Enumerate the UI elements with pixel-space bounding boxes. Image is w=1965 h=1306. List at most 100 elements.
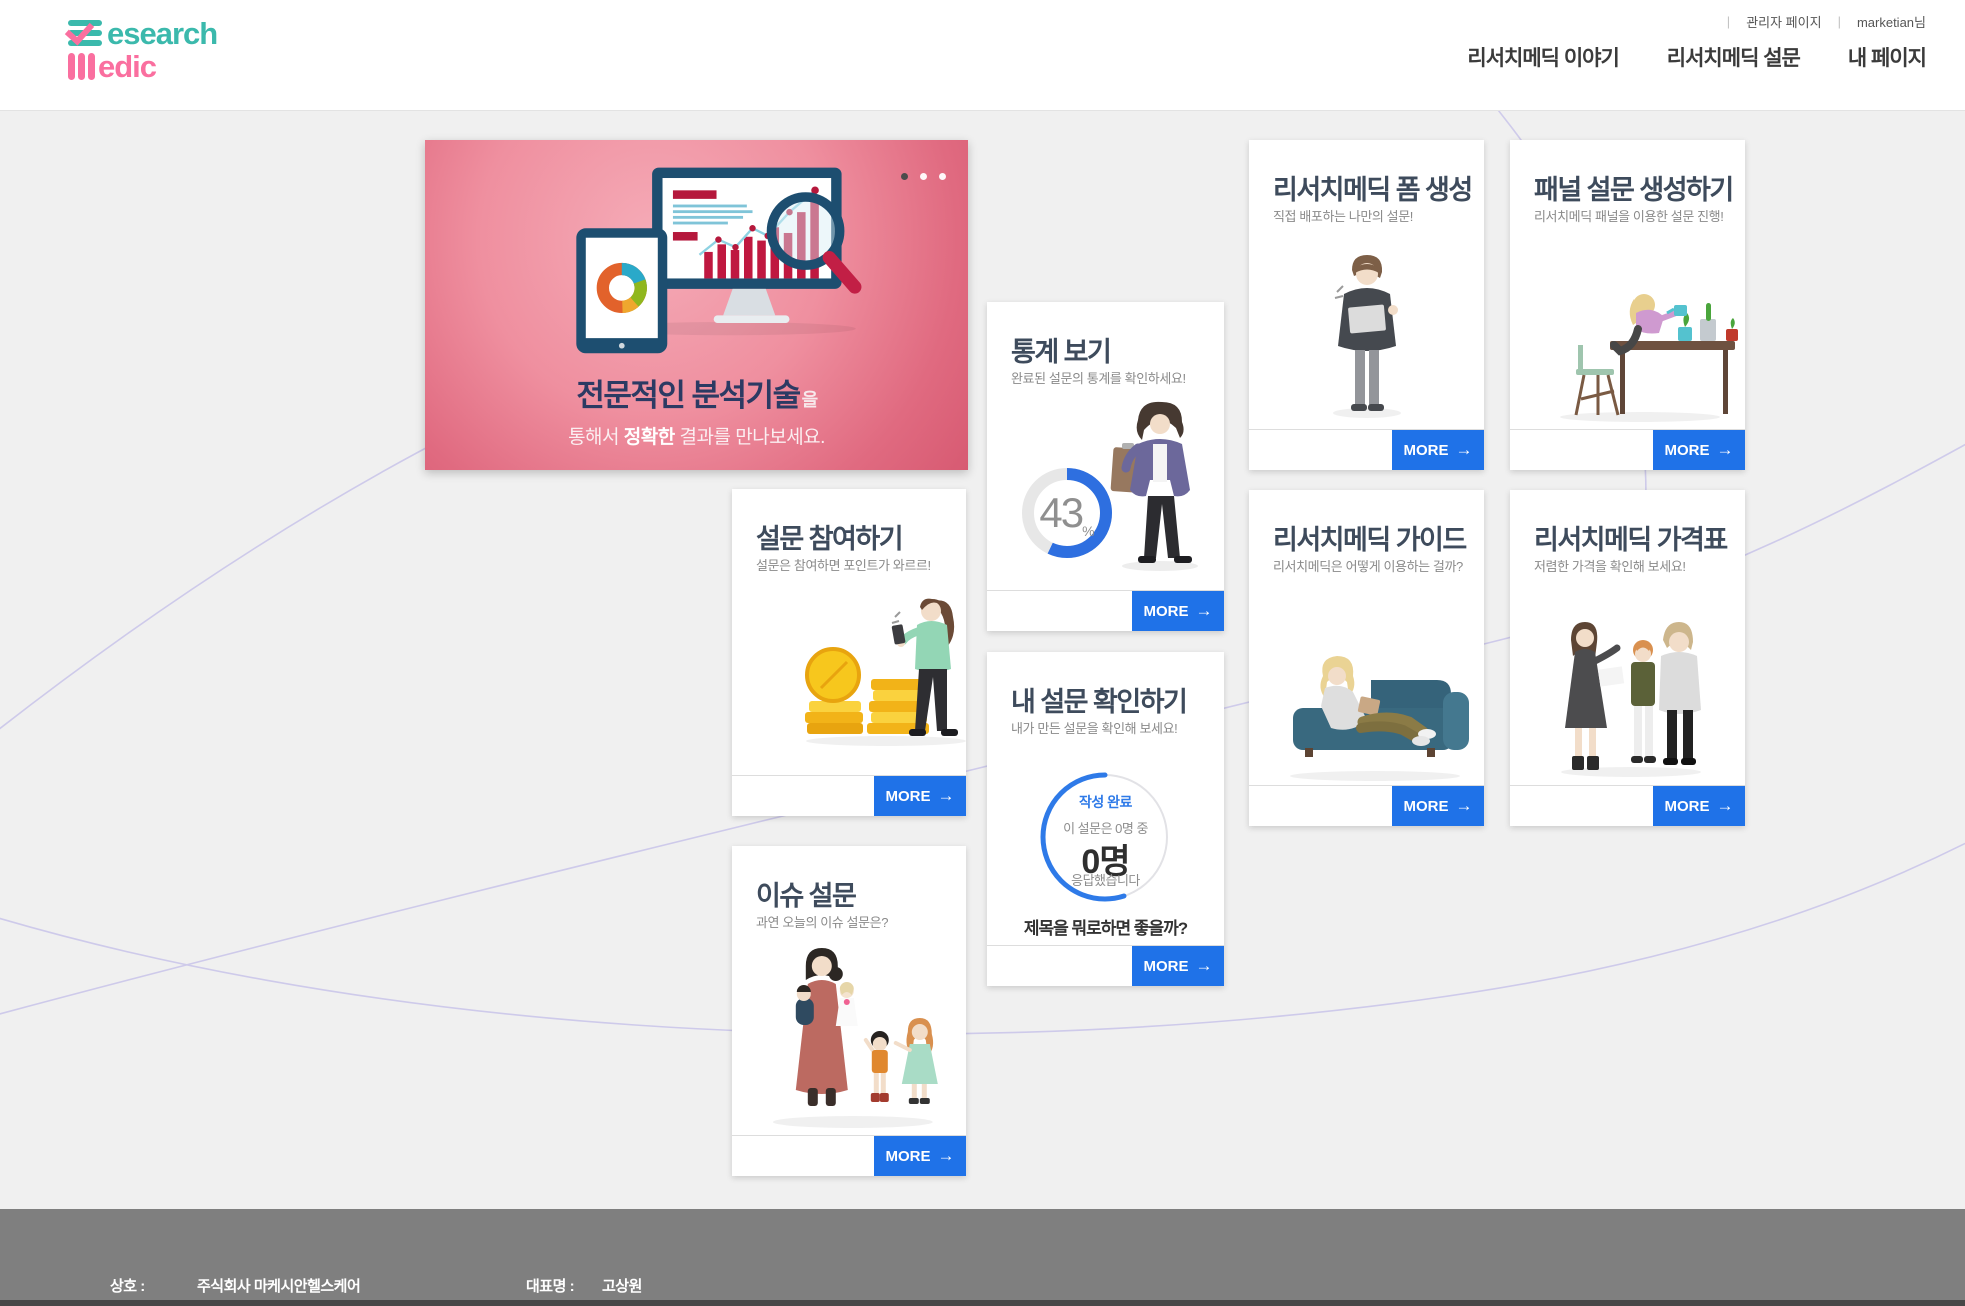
card-subtitle: 완료된 설문의 통계를 확인하세요! <box>1011 368 1186 387</box>
more-label: MORE <box>886 1148 931 1165</box>
card-footer: MORE → <box>1249 429 1484 470</box>
card-footer: MORE → <box>1249 785 1484 826</box>
ceo-label: 대표명 : <box>526 1275 574 1296</box>
more-label: MORE <box>1144 603 1189 620</box>
card-subtitle: 내가 만든 설문을 확인해 보세요! <box>1011 718 1177 737</box>
card-footer: MORE → <box>987 945 1224 986</box>
card-subtitle: 리서치메딕 패널을 이용한 설문 진행! <box>1534 206 1723 225</box>
card-guide[interactable]: 리서치메딕 가이드 리서치메딕은 어떻게 이용하는 걸까? MORE → <box>1249 490 1484 826</box>
divider: | <box>1838 14 1841 29</box>
banner-title-suffix: 을 <box>802 390 817 410</box>
card-footer: MORE → <box>1510 785 1745 826</box>
card-subtitle: 저렴한 가격을 확인해 보세요! <box>1534 556 1686 575</box>
analytics-monitor-illustration <box>510 160 870 359</box>
more-label: MORE <box>1404 798 1449 815</box>
more-button[interactable]: MORE → <box>1653 786 1745 826</box>
card-title: 리서치메딕 가격표 <box>1534 518 1727 557</box>
top-header: esearch edic | 관리자 페이지 | marketian님 리서치메… <box>0 0 1965 111</box>
card-view-statistics[interactable]: 통계 보기 완료된 설문의 통계를 확인하세요! 43 % MORE <box>987 302 1224 631</box>
utility-links: | 관리자 페이지 | marketian님 <box>1727 12 1926 31</box>
nav-item-story[interactable]: 리서치메딕 이야기 <box>1467 42 1618 72</box>
logo-text-medic: edic <box>98 51 156 82</box>
banner-subtitle-bold: 정확한 <box>624 427 675 448</box>
arrow-right-icon: → <box>1717 796 1734 816</box>
person-reading-on-couch-illustration <box>1275 642 1475 782</box>
card-title: 통계 보기 <box>1011 330 1110 369</box>
card-panel-survey[interactable]: 패널 설문 생성하기 리서치메딕 패널을 이용한 설문 진행! <box>1510 140 1745 470</box>
arrow-right-icon: → <box>938 1146 955 1166</box>
research-medic-logo[interactable]: esearch edic <box>68 18 268 94</box>
card-subtitle: 과연 오늘의 이슈 설문은? <box>756 912 888 931</box>
survey-status-label: 작성 완료 <box>987 792 1224 812</box>
card-subtitle: 직접 배포하는 나만의 설문! <box>1273 206 1413 225</box>
card-subtitle: 설문은 참여하면 포인트가 와르르! <box>756 555 931 574</box>
more-button[interactable]: MORE → <box>874 1136 966 1176</box>
card-footer: MORE → <box>987 590 1224 631</box>
username-link[interactable]: marketian님 <box>1857 12 1926 31</box>
page-footer: 상호 : 주식회사 마케시안헬스케어 대표명 : 고상원 <box>0 1209 1965 1300</box>
card-subtitle: 리서치메딕은 어떻게 이용하는 걸까? <box>1273 556 1463 575</box>
more-button[interactable]: MORE → <box>1392 786 1484 826</box>
woman-with-phone-and-coins-illustration <box>791 573 976 748</box>
arrow-right-icon: → <box>1717 440 1734 460</box>
arrow-right-icon: → <box>938 786 955 806</box>
main-nav: 리서치메딕 이야기 리서치메딕 설문 내 페이지 <box>1467 42 1926 72</box>
arrow-right-icon: → <box>1196 601 1213 621</box>
page: esearch edic | 관리자 페이지 | marketian님 리서치메… <box>0 0 1965 1306</box>
arrow-right-icon: → <box>1456 796 1473 816</box>
card-title: 내 설문 확인하기 <box>1011 680 1186 719</box>
hero-banner[interactable]: 전문적인 분석기술을 통해서 정확한 결과를 만나보세요. <box>425 140 968 470</box>
carousel-dots <box>901 173 946 180</box>
nav-item-mypage[interactable]: 내 페이지 <box>1848 42 1926 72</box>
banner-title: 전문적인 분석기술 <box>576 378 799 413</box>
more-label: MORE <box>1665 798 1710 815</box>
card-footer: MORE → <box>732 775 966 816</box>
survey-respondent-line2: 응답했습니다 <box>987 870 1224 889</box>
card-title: 이슈 설문 <box>756 874 855 913</box>
card-footer: MORE → <box>1510 429 1745 470</box>
progress-donut-chart <box>1021 467 1113 559</box>
card-my-surveys[interactable]: 내 설문 확인하기 내가 만든 설문을 확인해 보세요! 작성 완료 이 설문은… <box>987 652 1224 986</box>
card-participate-survey[interactable]: 설문 참여하기 설문은 참여하면 포인트가 와르르! <box>732 489 966 816</box>
admin-page-link[interactable]: 관리자 페이지 <box>1746 12 1821 31</box>
card-issue-survey[interactable]: 이슈 설문 과연 오늘의 이슈 설문은? <box>732 846 966 1176</box>
more-label: MORE <box>1665 442 1710 459</box>
three-people-illustration <box>1543 610 1713 780</box>
person-with-clipboard-illustration <box>1110 398 1210 573</box>
card-form-create[interactable]: 리서치메딕 폼 생성 직접 배포하는 나만의 설문! MORE → <box>1249 140 1484 470</box>
card-title: 리서치메딕 가이드 <box>1273 518 1466 557</box>
footer-bottom-edge <box>0 1300 1965 1306</box>
logo-text-research: esearch <box>107 18 217 49</box>
arrow-right-icon: → <box>1456 440 1473 460</box>
ceo-value: 고상원 <box>602 1275 642 1296</box>
carousel-dot-2[interactable] <box>920 173 927 180</box>
card-title: 패널 설문 생성하기 <box>1534 168 1733 207</box>
company-label: 상호 : <box>110 1275 145 1296</box>
card-title: 설문 참여하기 <box>756 517 902 556</box>
more-button[interactable]: MORE → <box>1392 430 1484 470</box>
more-button[interactable]: MORE → <box>1132 946 1224 986</box>
survey-title-question: 제목을 뭐로하면 좋을까? <box>987 914 1224 939</box>
more-button[interactable]: MORE → <box>1653 430 1745 470</box>
mother-and-children-illustration <box>758 940 948 1130</box>
logo-hamburger-check-icon <box>68 19 106 49</box>
banner-subtitle-post: 결과를 만나보세요. <box>675 427 825 448</box>
more-label: MORE <box>1404 442 1449 459</box>
nav-item-survey[interactable]: 리서치메딕 설문 <box>1667 42 1800 72</box>
banner-text: 전문적인 분석기술을 통해서 정확한 결과를 만나보세요. <box>425 370 968 449</box>
girl-watering-plants-illustration <box>1540 249 1740 424</box>
card-pricing[interactable]: 리서치메딕 가격표 저렴한 가격을 확인해 보세요! <box>1510 490 1745 826</box>
card-title: 리서치메딕 폼 생성 <box>1273 168 1472 207</box>
divider: | <box>1727 14 1730 29</box>
arrow-right-icon: → <box>1196 956 1213 976</box>
carousel-dot-1[interactable] <box>901 173 908 180</box>
person-with-laptop-illustration <box>1307 250 1427 420</box>
more-label: MORE <box>1144 958 1189 975</box>
company-value: 주식회사 마케시안헬스케어 <box>197 1275 360 1296</box>
card-footer: MORE → <box>732 1135 966 1176</box>
more-button[interactable]: MORE → <box>1132 591 1224 631</box>
carousel-dot-3[interactable] <box>939 173 946 180</box>
more-label: MORE <box>886 788 931 805</box>
logo-m-bars-icon <box>68 53 95 80</box>
more-button[interactable]: MORE → <box>874 776 966 816</box>
